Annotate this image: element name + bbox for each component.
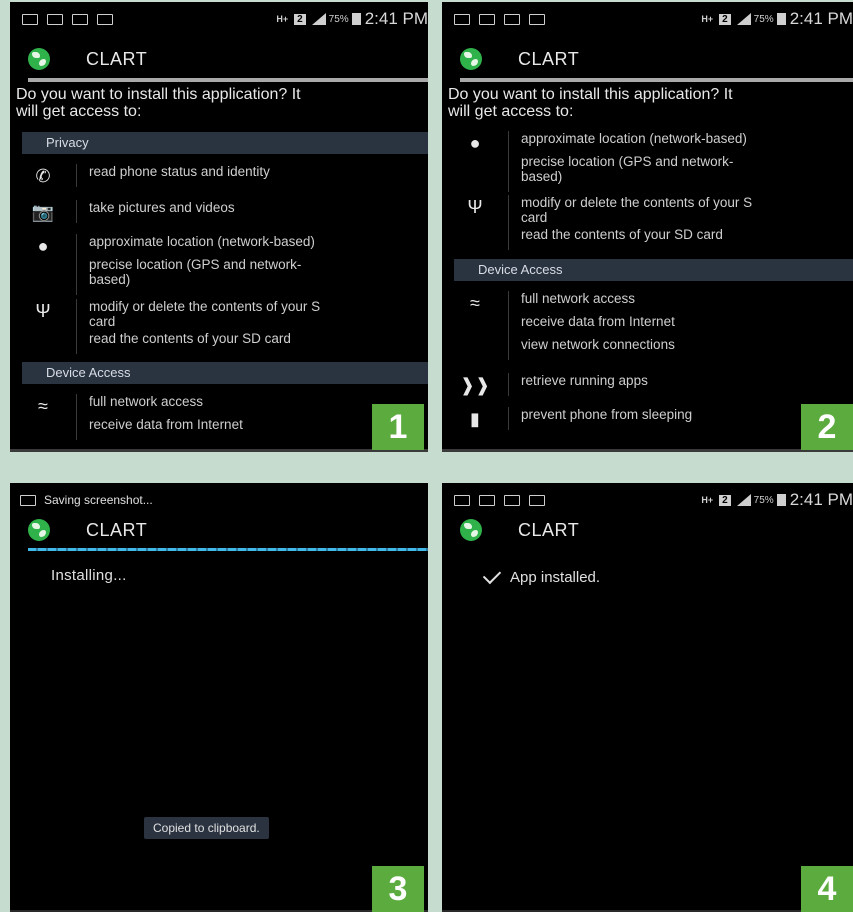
download-icon (529, 13, 545, 25)
status-bar: Saving screenshot... (10, 483, 428, 517)
section-privacy: Privacy (22, 132, 428, 154)
step-badge: 4 (801, 866, 853, 912)
permission-storage[interactable]: Ψ modify or delete the contents of your … (442, 195, 853, 250)
network-type: H+ (276, 13, 289, 24)
download-icon (529, 494, 545, 506)
status-bar: H+ 2 75% 2:41 PM (10, 2, 428, 36)
apps-stack-icon: ❱❱ (459, 375, 491, 395)
screenshot-panel-4: H+ 2 75% 2:41 PM CLART App installed. 4 (442, 483, 853, 912)
permission-camera[interactable]: 📷 take pictures and videos (10, 200, 428, 223)
wifi-icon: ≈ (470, 293, 480, 313)
battery-percent: 75% (753, 13, 774, 25)
app-name: CLART (518, 48, 580, 69)
download-icon (504, 13, 520, 25)
gallery-icon (479, 494, 495, 506)
download-icon (504, 494, 520, 506)
clock: 2:41 PM (789, 490, 853, 509)
screenshot-panel-2: H+ 2 75% 2:41 PM CLART Do you want to in… (442, 2, 853, 452)
download-icon (72, 13, 88, 25)
install-question: Do you want to install this application?… (16, 86, 301, 120)
permission-location[interactable]: ● approximate location (network-based) p… (442, 131, 853, 192)
section-device-access: Device Access (454, 259, 853, 281)
permission-network[interactable]: ≈ full network access receive data from … (442, 291, 853, 360)
app-name: CLART (86, 48, 148, 69)
installing-text: Installing... (51, 567, 127, 584)
clipboard-toast: Copied to clipboard. (144, 817, 269, 839)
download-icon (97, 13, 113, 25)
section-device-access: Device Access (22, 362, 428, 384)
signal-icon (311, 13, 326, 25)
location-pin-icon: ● (37, 236, 49, 256)
battery-icon (776, 494, 786, 506)
signal-icon (736, 494, 751, 506)
email-icon (454, 13, 470, 25)
app-installed-text: App installed. (510, 569, 601, 586)
step-badge: 2 (801, 404, 853, 450)
battery-icon (776, 13, 786, 25)
checkmark-icon (482, 565, 502, 585)
clock: 2:41 PM (364, 9, 428, 28)
permission-phone-status[interactable]: ✆ read phone status and identity (10, 164, 428, 187)
screenshot-panel-1: H+ 2 75% 2:41 PM CLART Do you want to in… (10, 2, 428, 452)
camera-icon: 📷 (31, 202, 55, 222)
app-globe-icon (28, 519, 50, 541)
screenshot-icon (20, 494, 36, 506)
step-badge: 3 (372, 866, 424, 912)
install-complete: App installed. (482, 565, 601, 586)
app-header: CLART (460, 48, 579, 70)
permission-network[interactable]: ≈ full network access receive data from … (10, 394, 428, 440)
permission-location[interactable]: ● approximate location (network-based) p… (10, 234, 428, 295)
header-divider (460, 78, 853, 82)
permission-storage[interactable]: Ψ modify or delete the contents of your … (10, 299, 428, 354)
saving-screenshot-text: Saving screenshot... (44, 493, 153, 507)
lock-icon: ▮ (470, 409, 480, 429)
gallery-icon (479, 13, 495, 25)
email-icon (22, 13, 38, 25)
phone-icon: ✆ (35, 166, 51, 186)
screenshot-panel-3: Saving screenshot... CLART Installing...… (10, 483, 428, 912)
bottom-divider (442, 449, 853, 452)
app-name: CLART (86, 519, 148, 540)
usb-icon: Ψ (35, 301, 51, 321)
app-header: CLART (460, 519, 579, 541)
app-globe-icon (460, 48, 482, 70)
usb-icon: Ψ (467, 197, 483, 217)
email-icon (454, 494, 470, 506)
app-header: CLART (28, 519, 147, 541)
app-name: CLART (518, 519, 580, 540)
network-type: H+ (701, 13, 714, 24)
clock: 2:41 PM (789, 9, 853, 28)
location-pin-icon: ● (469, 133, 481, 153)
sim-indicator: 2 (294, 13, 306, 25)
battery-percent: 75% (753, 494, 774, 506)
install-question: Do you want to install this application?… (448, 86, 733, 120)
permission-running-apps[interactable]: ❱❱ retrieve running apps (442, 373, 853, 396)
gallery-icon (47, 13, 63, 25)
signal-icon (736, 13, 751, 25)
header-divider (28, 78, 428, 82)
step-badge: 1 (372, 404, 424, 450)
app-header: CLART (28, 48, 147, 70)
permission-prevent-sleep[interactable]: ▮ prevent phone from sleeping (442, 407, 853, 430)
battery-percent: 75% (328, 13, 349, 25)
wifi-icon: ≈ (38, 396, 48, 416)
sim-indicator: 2 (719, 13, 731, 25)
app-globe-icon (28, 48, 50, 70)
bottom-divider (10, 449, 428, 452)
battery-icon (351, 13, 361, 25)
install-progress-bar (28, 548, 428, 551)
status-bar: H+ 2 75% 2:41 PM (442, 483, 853, 517)
status-bar: H+ 2 75% 2:41 PM (442, 2, 853, 36)
network-type: H+ (701, 494, 714, 505)
sim-indicator: 2 (719, 494, 731, 506)
app-globe-icon (460, 519, 482, 541)
